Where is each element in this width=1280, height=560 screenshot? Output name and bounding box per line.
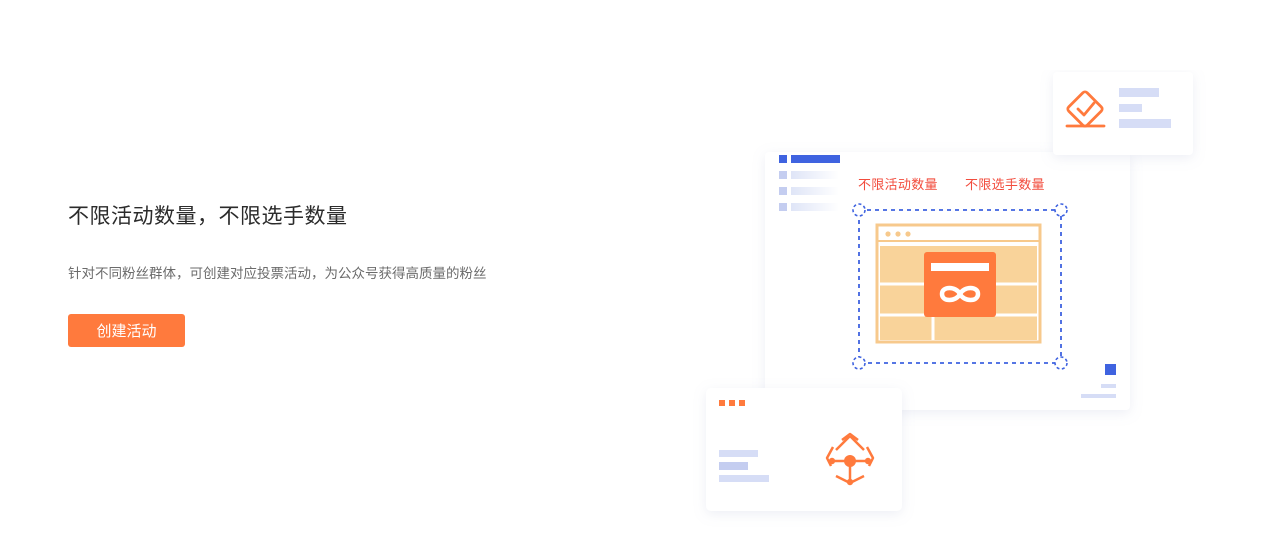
top-right-card <box>1053 72 1193 155</box>
feature-illustration: 不限活动数量 不限选手数量 <box>690 70 1210 530</box>
caption-unlimited-players: 不限选手数量 <box>965 178 1045 193</box>
bottom-left-card <box>706 388 902 511</box>
caption-unlimited-activities: 不限活动数量 <box>858 178 938 193</box>
page: 不限活动数量，不限选手数量 针对不同粉丝群体，可创建对应投票活动，为公众号获得高… <box>0 0 1280 560</box>
illustration-svg <box>706 72 1193 511</box>
infinity-icon <box>924 252 996 317</box>
create-activity-button[interactable]: 创建活动 <box>68 314 185 347</box>
hero-title: 不限活动数量，不限选手数量 <box>68 204 348 228</box>
hero-subtitle: 针对不同粉丝群体，可创建对应投票活动，为公众号获得高质量的粉丝 <box>68 266 487 282</box>
